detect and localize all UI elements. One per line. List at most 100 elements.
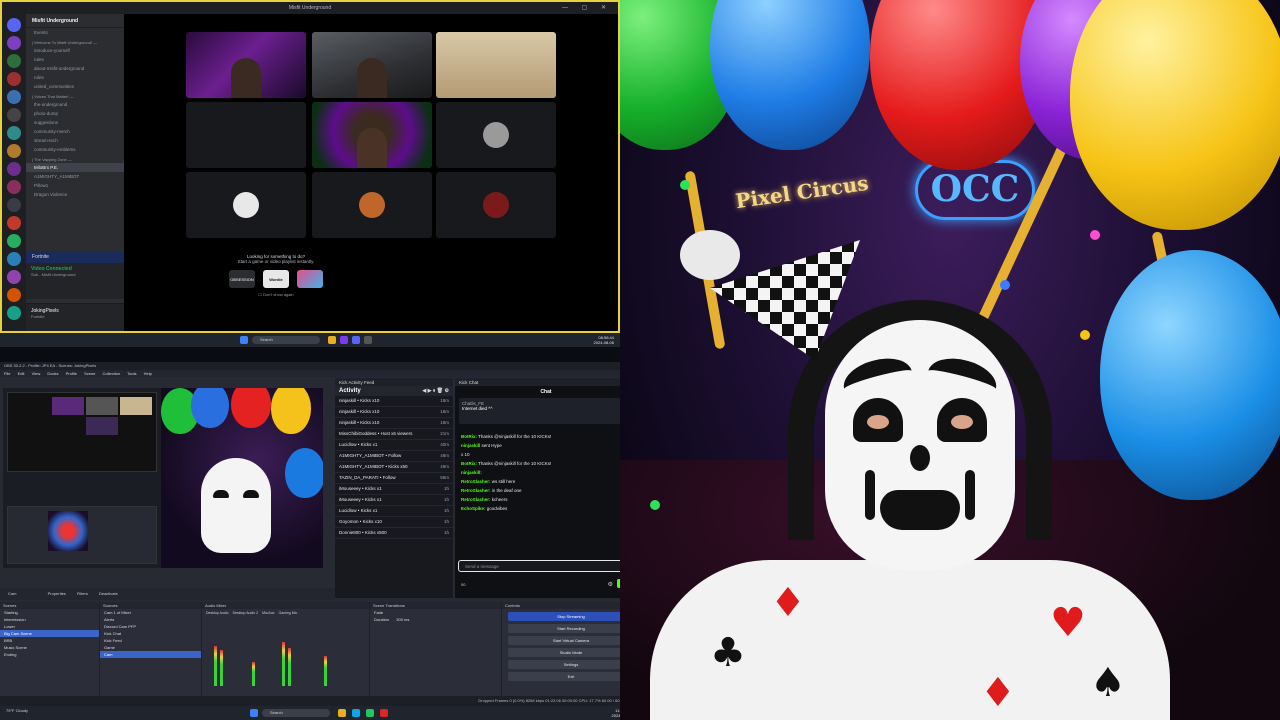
duration-row[interactable]: Duration 300 ms [370,616,501,623]
channel-item[interactable]: rules [26,55,124,64]
start-recording-button[interactable]: Start Recording [508,624,634,633]
chat-input[interactable]: Send a message [458,560,634,572]
taskbar-search[interactable]: Search [262,709,330,717]
events-link[interactable]: Events [26,28,124,37]
channel-item[interactable]: introduce-yourself [26,46,124,55]
feed-row[interactable]: ninjaskill • Kicks x10 18m [335,418,453,429]
chat-username[interactable]: RetroSlasher: [461,488,491,493]
feed-row[interactable]: Lucidlow • Kicks x1 1h [335,506,453,517]
activity-button[interactable]: OBSESSION [229,270,255,288]
server-icon[interactable] [7,180,21,194]
dont-show-checkbox[interactable]: ☐ Don't show again [186,292,366,297]
feed-row[interactable]: Donnie800 • Kicks x500 1h [335,528,453,539]
menu-item[interactable]: Profile [66,371,77,376]
feed-row[interactable]: iMouseeey • Kicks x1 1h [335,495,453,506]
chat-username[interactable]: BotRix: [461,434,477,439]
voice-user[interactable]: Pillow1 [26,181,124,190]
category-welcome[interactable]: | Welcome To Misfit Underground! — [26,37,124,46]
server-icon[interactable] [7,288,21,302]
menu-item[interactable]: Edit [18,371,25,376]
fortnite-activity[interactable]: Fortnite [26,251,124,263]
scene-item[interactable]: Intermission [0,616,99,623]
video-tile[interactable] [312,32,432,98]
channel-item[interactable]: roles [26,73,124,82]
menu-item[interactable]: Docks [47,371,58,376]
window-controls[interactable]: — ▢ ✕ [562,2,612,14]
chrome-icon[interactable] [366,709,374,717]
source-item[interactable]: Cam 1 of Mixer [100,609,201,616]
explorer-icon[interactable] [338,709,346,717]
video-tile[interactable] [186,32,306,98]
video-tile[interactable] [436,32,556,98]
feed-row[interactable]: Goyomon • Kicks x10 1h [335,517,453,528]
filters-tab[interactable]: Filters [77,591,88,596]
feed-row[interactable]: TAZIN_DA_PARATI • Follow 58m [335,473,453,484]
studio-mode-button[interactable]: Studio Mode [508,648,634,657]
obs-preview[interactable] [3,388,323,568]
scene-item[interactable]: Ending [0,651,99,658]
feed-row[interactable]: ninjaskill • Kicks x10 18m [335,407,453,418]
feed-row[interactable]: ninjaskill • Kicks x10 18m [335,396,453,407]
scene-item[interactable]: Music Scene [0,644,99,651]
source-item[interactable]: Cam [100,651,201,658]
server-icon[interactable] [7,108,21,122]
windows-start-icon[interactable] [240,336,248,344]
voice-user[interactable]: A1MIGHTY_A1MIBOT [26,172,124,181]
windows-start-icon[interactable] [250,709,258,717]
scene-item[interactable]: Lower [0,623,99,630]
scene-item[interactable]: Big Cam Scene [0,630,99,637]
weather-widget[interactable]: 79°F Cloudy [6,708,28,713]
scene-item[interactable]: BRB [0,637,99,644]
chat-username[interactable]: ninjaskill: [461,470,482,475]
source-item[interactable]: Kick Chat [100,630,201,637]
channel-item[interactable]: photo-dump [26,109,124,118]
category-matter[interactable]: | Voices That Matter! — [26,91,124,100]
video-tile[interactable] [436,172,556,238]
feed-row[interactable]: Lucidlow • Kicks x1 40m [335,440,453,451]
video-tile[interactable] [312,102,432,168]
server-icon[interactable] [7,126,21,140]
taskbar-search[interactable]: Search [252,336,320,344]
activity-button[interactable] [297,270,323,288]
server-icon[interactable] [7,162,21,176]
scene-item[interactable]: Starting [0,609,99,616]
source-item[interactable]: Game [100,644,201,651]
taskbar-clock[interactable]: 08:56:44 2024-08-06 [594,335,614,345]
video-tile[interactable] [312,172,432,238]
channel-item[interactable]: the-underground [26,100,124,109]
server-name[interactable]: Misfit Underground [26,14,124,28]
server-icon[interactable] [7,306,21,320]
source-item[interactable]: Kick Feed [100,637,201,644]
exit-button[interactable]: Exit [508,672,634,681]
channel-item[interactable]: about-misfit-underground [26,64,124,73]
server-icon[interactable] [7,252,21,266]
menu-item[interactable]: Scene Collection [84,371,120,376]
server-icon[interactable] [7,90,21,104]
category-voice[interactable]: | The Vapping Zone — [26,154,124,163]
stop-streaming-button[interactable]: Stop Streaming [508,612,634,621]
video-tile[interactable] [186,172,306,238]
channel-item[interactable]: community-merch [26,127,124,136]
channel-item[interactable]: suggestions [26,118,124,127]
server-icon[interactable] [7,54,21,68]
transition-select[interactable]: Fade [370,609,501,616]
feed-row[interactable]: MissChibiGoddess • Host x6 viewers 21m [335,429,453,440]
chat-username[interactable]: ninjaskill [461,443,480,448]
app-icon[interactable] [364,336,372,344]
home-icon[interactable] [7,18,21,32]
feed-row[interactable]: iMouseeey • Kicks x1 1h [335,484,453,495]
pinned-message[interactable]: Chatlis_FE Internet died ^^ [459,398,633,424]
obs-icon[interactable] [380,709,388,717]
feed-row[interactable]: A1MIGHTY_A1MIBOT • Follow 48m [335,451,453,462]
feed-row[interactable]: A1MIGHTY_A1MIBOT • Kicks x50 49m [335,462,453,473]
server-icon[interactable] [7,198,21,212]
app-icon[interactable] [340,336,348,344]
voice-user[interactable]: Dragon Violence [26,190,124,199]
video-tile[interactable] [436,102,556,168]
discord-icon[interactable] [352,336,360,344]
channel-item[interactable]: stream-tech [26,136,124,145]
chat-username[interactable]: RetroSlasher: [461,497,491,502]
chat-username[interactable]: EchoSpike: [461,506,486,511]
menu-item[interactable]: Tools [127,371,136,376]
chat-username[interactable]: RetroSlasher: [461,479,491,484]
